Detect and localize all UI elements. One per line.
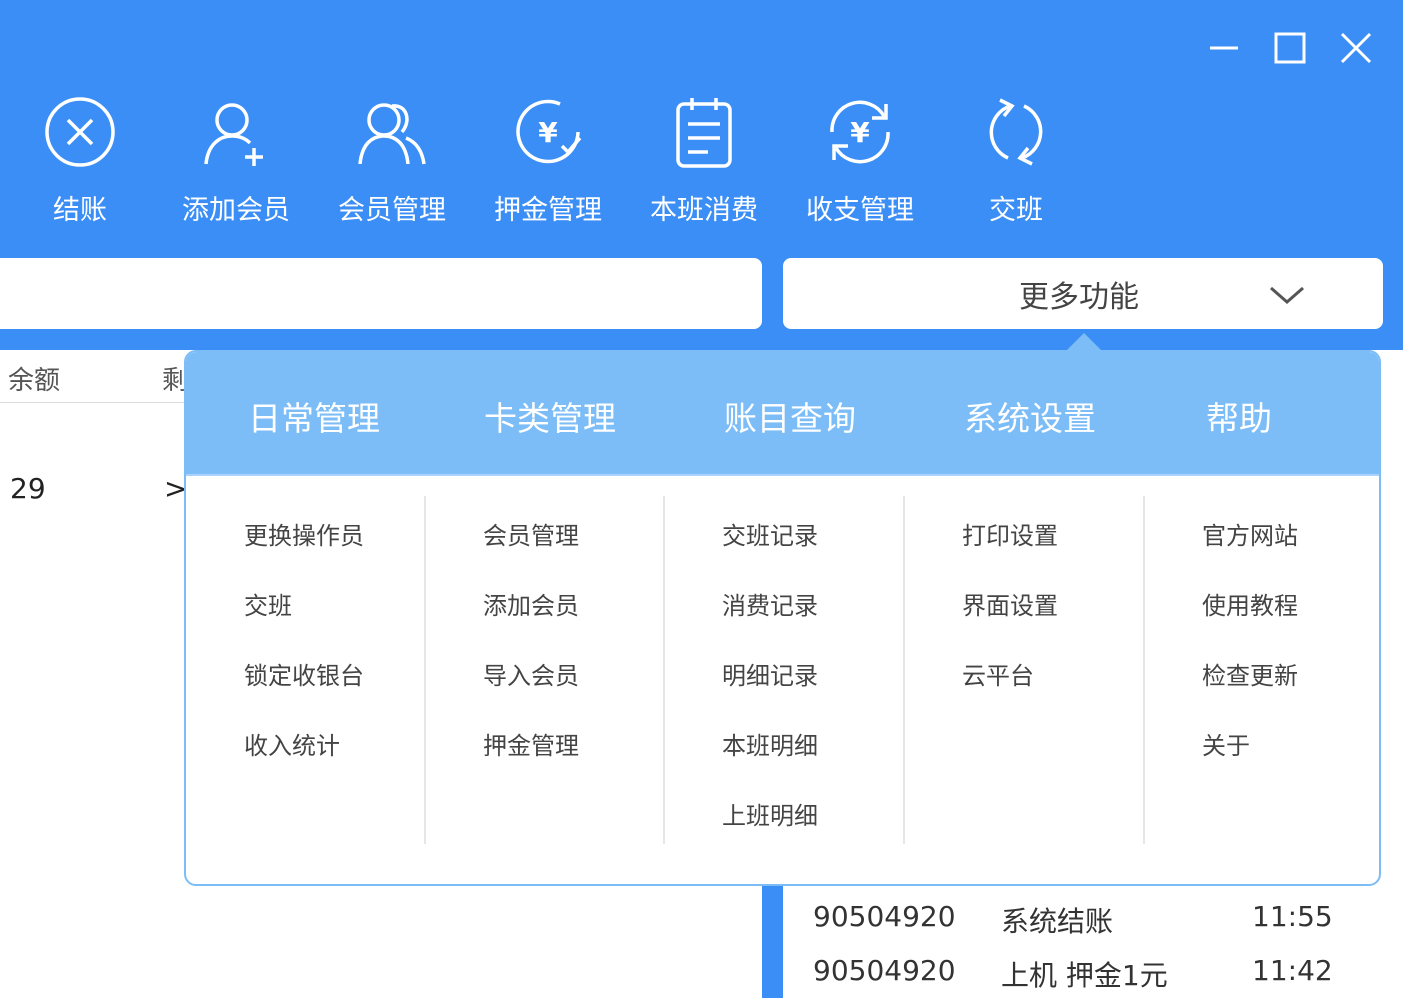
menu-item-cloud-platform[interactable]: 云平台 xyxy=(962,656,1034,691)
app-window: 结账 添加会员 会员管理 ¥ 押金管理 本班消费 ¥ 收支管理 交班 更多功能 … xyxy=(0,0,1403,998)
toolbar-label: 收支管理 xyxy=(806,195,914,226)
toolbar-label: 结账 xyxy=(53,195,107,226)
toolbar-label: 会员管理 xyxy=(338,195,446,226)
menu-item-consumption-records[interactable]: 消费记录 xyxy=(722,586,818,621)
yen-refresh-icon: ¥ xyxy=(824,96,896,168)
menu-item-import-member[interactable]: 导入会员 xyxy=(483,656,579,691)
maximize-icon[interactable] xyxy=(1270,28,1310,68)
clipboard-icon xyxy=(668,96,740,168)
table-cell: 29 xyxy=(10,472,46,505)
column-header-balance: 余额 xyxy=(8,366,61,396)
toolbar-label: 押金管理 xyxy=(494,195,602,226)
menu-item-add-member[interactable]: 添加会员 xyxy=(483,586,579,621)
more-functions-label: 更多功能 xyxy=(1019,280,1139,315)
toolbar-label: 添加会员 xyxy=(182,195,290,226)
svg-text:¥: ¥ xyxy=(850,116,870,149)
category-accounts[interactable]: 账目查询 xyxy=(724,392,856,440)
menu-item-income-stats[interactable]: 收入统计 xyxy=(244,726,340,761)
column-divider xyxy=(1143,496,1145,844)
menu-item-about[interactable]: 关于 xyxy=(1202,726,1250,761)
menu-item-detail-records[interactable]: 明细记录 xyxy=(722,656,818,691)
column-divider xyxy=(903,496,905,844)
record-id: 90504920 xyxy=(813,900,956,933)
record-action: 上机 押金1元 xyxy=(1001,959,1168,992)
record-time: 11:42 xyxy=(1252,954,1333,987)
svg-text:¥: ¥ xyxy=(538,116,558,149)
menu-item-change-operator[interactable]: 更换操作员 xyxy=(244,516,364,551)
category-settings[interactable]: 系统设置 xyxy=(964,392,1096,440)
category-help[interactable]: 帮助 xyxy=(1206,392,1272,440)
popup-arrow xyxy=(1066,333,1102,351)
refresh-icon xyxy=(980,96,1052,168)
menu-item-handover-records[interactable]: 交班记录 xyxy=(722,516,818,551)
yen-check-icon: ¥ xyxy=(512,96,584,168)
menu-item-handover[interactable]: 交班 xyxy=(244,586,292,621)
menu-item-member-management[interactable]: 会员管理 xyxy=(483,516,579,551)
close-icon[interactable] xyxy=(1336,28,1376,68)
chevron-down-icon xyxy=(1270,286,1304,304)
menu-item-shift-details[interactable]: 本班明细 xyxy=(722,726,818,761)
column-divider xyxy=(663,496,665,844)
user-add-icon xyxy=(200,96,272,168)
menu-category-bar: 日常管理 卡类管理 账目查询 系统设置 帮助 xyxy=(186,352,1379,476)
menu-item-print-settings[interactable]: 打印设置 xyxy=(962,516,1058,551)
menu-item-previous-shift-details[interactable]: 上班明细 xyxy=(722,796,818,831)
record-time: 11:55 xyxy=(1252,900,1333,933)
minimize-icon[interactable] xyxy=(1204,28,1244,68)
toolbar-label: 本班消费 xyxy=(650,195,758,226)
column-divider xyxy=(424,496,426,844)
menu-item-ui-settings[interactable]: 界面设置 xyxy=(962,586,1058,621)
record-action: 系统结账 xyxy=(1001,905,1114,938)
menu-item-deposit-management[interactable]: 押金管理 xyxy=(483,726,579,761)
users-icon xyxy=(356,96,428,168)
menu-item-tutorial[interactable]: 使用教程 xyxy=(1202,586,1298,621)
record-id: 90504920 xyxy=(813,954,956,987)
category-card[interactable]: 卡类管理 xyxy=(484,392,616,440)
search-input[interactable] xyxy=(0,258,762,329)
more-functions-menu: 日常管理 卡类管理 账目查询 系统设置 帮助 更换操作员 交班 锁定收银台 收入… xyxy=(184,350,1381,886)
category-daily[interactable]: 日常管理 xyxy=(248,392,380,440)
more-functions-button[interactable]: 更多功能 xyxy=(783,258,1383,329)
toolbar-label: 交班 xyxy=(989,195,1043,226)
close-circle-icon xyxy=(44,96,116,168)
menu-item-lock-cashier[interactable]: 锁定收银台 xyxy=(244,656,364,691)
menu-item-official-website[interactable]: 官方网站 xyxy=(1202,516,1298,551)
menu-item-check-update[interactable]: 检查更新 xyxy=(1202,656,1298,691)
